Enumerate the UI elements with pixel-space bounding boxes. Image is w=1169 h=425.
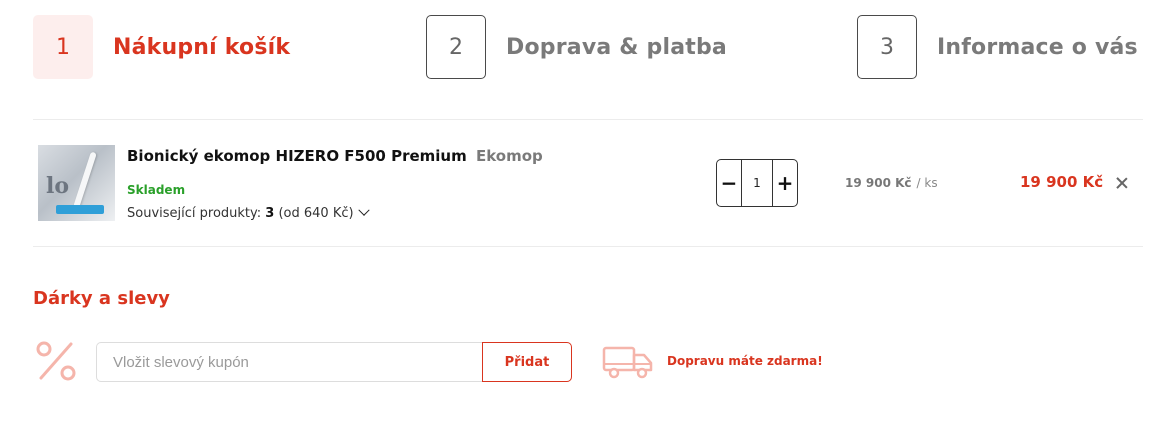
chevron-down-icon: [357, 204, 370, 216]
step-label: Informace o vás: [937, 34, 1138, 60]
step-number: 1: [33, 15, 93, 79]
stock-status: Skladem: [127, 183, 186, 197]
divider: [33, 246, 1143, 247]
truck-icon: [602, 346, 653, 379]
total-price: 19 900 Kč: [1020, 173, 1104, 191]
quantity-value[interactable]: 1: [741, 160, 773, 206]
coupon-input[interactable]: [96, 342, 484, 382]
related-suffix: (od 640 Kč): [274, 206, 354, 221]
discounts-title: Dárky a slevy: [33, 288, 170, 309]
unit-price-value: 19 900 Kč: [845, 176, 912, 190]
quantity-increase-button[interactable]: +: [773, 160, 797, 206]
free-shipping-note: Dopravu máte zdarma!: [667, 354, 823, 368]
step-customer-info[interactable]: 3 Informace o vás: [857, 15, 1138, 79]
step-label: Doprava & platba: [506, 34, 727, 60]
product-brand[interactable]: Ekomop: [476, 147, 543, 165]
related-products-toggle[interactable]: Související produkty: 3 (od 640 Kč): [127, 204, 370, 221]
checkout-steps: 1 Nákupní košík 2 Doprava & platba 3 Inf…: [33, 15, 1143, 79]
unit-price: 19 900 Kč / ks: [845, 176, 938, 190]
add-coupon-button[interactable]: Přidat: [482, 342, 572, 382]
related-count: 3: [265, 206, 275, 221]
quantity-decrease-button[interactable]: −: [717, 160, 741, 206]
step-cart[interactable]: 1 Nákupní košík: [33, 15, 290, 79]
product-title[interactable]: Bionický ekomop HIZERO F500 Premium: [127, 147, 467, 165]
unit-price-per: / ks: [916, 176, 938, 190]
product-name[interactable]: Bionický ekomop HIZERO F500 Premium Ekom…: [127, 147, 543, 165]
close-icon[interactable]: [1114, 175, 1130, 191]
step-number: 2: [426, 15, 486, 79]
related-prefix: Související produkty:: [127, 206, 266, 221]
product-image[interactable]: lo: [38, 145, 115, 221]
step-number: 3: [857, 15, 917, 79]
cart-item-row: lo Bionický ekomop HIZERO F500 Premium E…: [33, 120, 1143, 246]
percent-icon: [36, 341, 76, 381]
step-shipping-payment[interactable]: 2 Doprava & platba: [426, 15, 727, 79]
step-label: Nákupní košík: [113, 34, 291, 60]
quantity-stepper: − 1 +: [716, 159, 798, 207]
